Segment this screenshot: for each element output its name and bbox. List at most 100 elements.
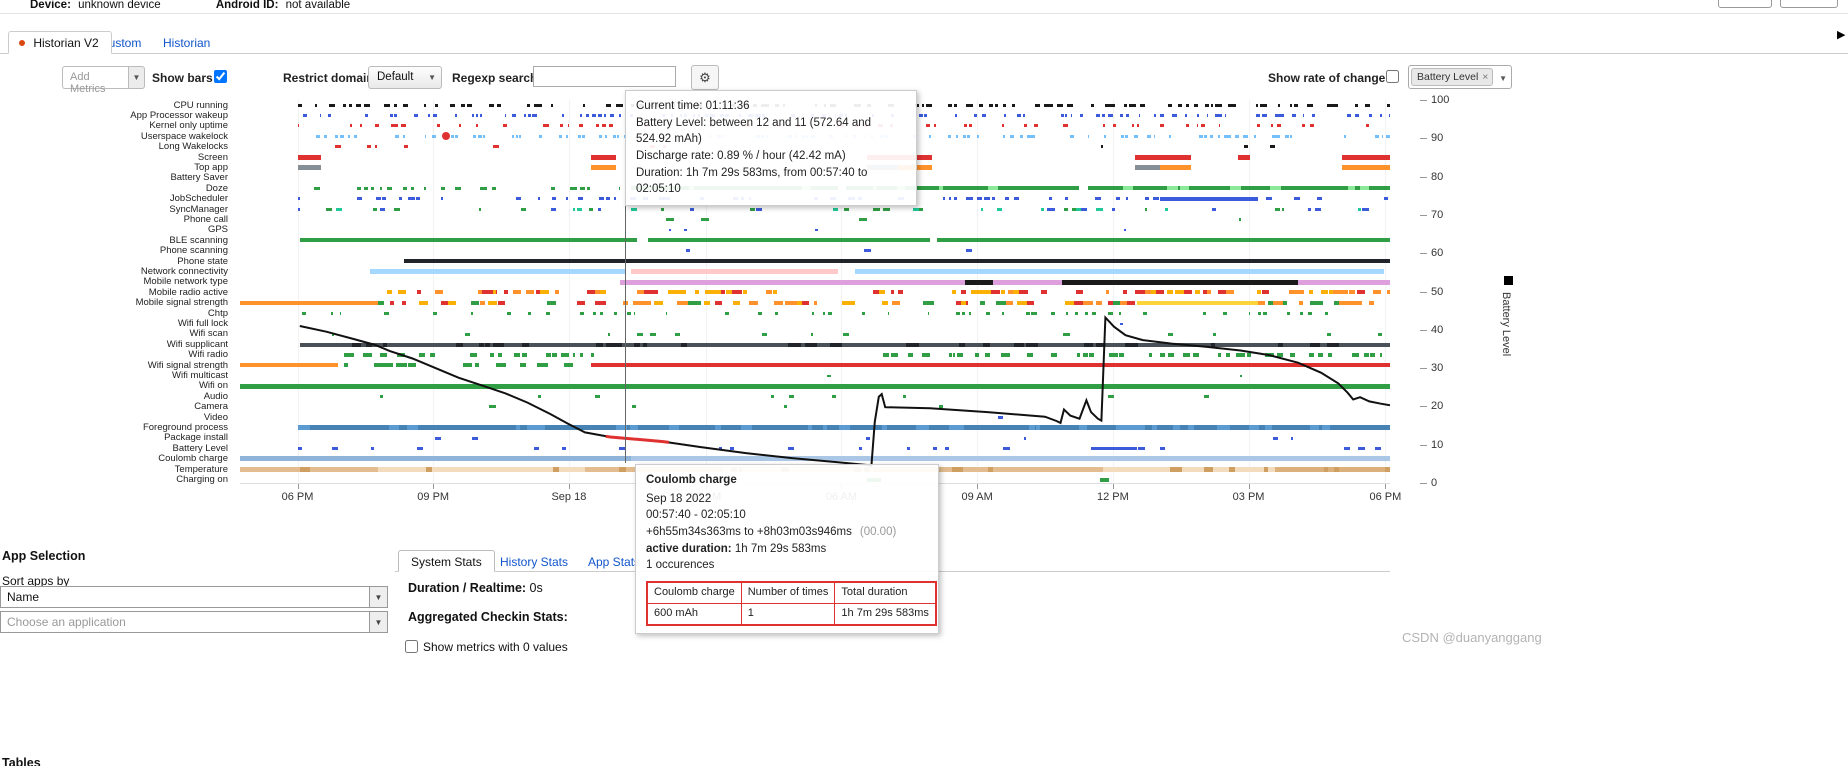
timeline-segment bbox=[414, 114, 419, 118]
timeline-segment bbox=[1005, 300, 1014, 305]
timeline-segment bbox=[1009, 134, 1015, 138]
timeline-segment bbox=[504, 290, 508, 295]
show-rate-of-change-checkbox[interactable] bbox=[1386, 70, 1399, 83]
timeline-row-mobile-network-type[interactable] bbox=[240, 277, 1390, 287]
timeline-segment bbox=[1014, 197, 1020, 201]
timeline-row-wifi-signal-strength[interactable] bbox=[240, 360, 1390, 370]
timeline-row-wifi-full-lock[interactable] bbox=[240, 319, 1390, 329]
add-metrics-combobox[interactable]: Add Metrics bbox=[62, 66, 128, 95]
timeline-segment bbox=[810, 332, 814, 336]
timeline-row-wifi-on[interactable] bbox=[240, 381, 1390, 391]
timeline-segment bbox=[1346, 114, 1351, 118]
timeline-row-wifi-scan[interactable] bbox=[240, 329, 1390, 339]
timeline-segment bbox=[1003, 447, 1010, 451]
timeline-segment bbox=[596, 342, 604, 347]
timeline-segment bbox=[369, 352, 372, 357]
choose-application-select[interactable]: Choose an application ▼ bbox=[0, 611, 388, 633]
settings-button[interactable]: ⚙ bbox=[691, 65, 719, 90]
timeline-row-phone-scanning[interactable] bbox=[240, 246, 1390, 256]
timeline-segment bbox=[1108, 114, 1113, 118]
timeline-segment bbox=[349, 352, 355, 357]
metrics-dropdown-icon[interactable]: ▼ bbox=[1499, 74, 1507, 83]
timeline-segment bbox=[505, 114, 507, 118]
timeline-row-wifi-radio[interactable] bbox=[240, 350, 1390, 360]
add-metrics-dropdown-icon[interactable]: ▼ bbox=[128, 66, 145, 89]
timeline-segment bbox=[297, 165, 321, 171]
timeline-row-foreground-process[interactable] bbox=[240, 423, 1390, 433]
expand-arrow-icon[interactable]: ▶ bbox=[1837, 28, 1845, 41]
timeline-segment bbox=[371, 186, 374, 190]
timeline-segment bbox=[1327, 342, 1339, 347]
timeline-row-ble-scanning[interactable] bbox=[240, 235, 1390, 245]
timeline-segment bbox=[356, 103, 362, 107]
restrict-domain-select[interactable]: Default ▼ bbox=[368, 66, 442, 89]
timeline-segment bbox=[1002, 311, 1005, 315]
timeline-segment bbox=[924, 114, 928, 118]
timeline-segment bbox=[403, 145, 408, 149]
timeline-segment bbox=[1310, 300, 1324, 305]
timeline-segment bbox=[891, 290, 895, 295]
regexp-search-input[interactable] bbox=[533, 66, 676, 87]
cut-button-2[interactable] bbox=[1780, 0, 1838, 8]
show-bars-checkbox[interactable] bbox=[214, 70, 227, 83]
timeline-segment bbox=[1070, 114, 1073, 118]
timeline-row-gps[interactable] bbox=[240, 225, 1390, 235]
timeline-row-coulomb-charge[interactable] bbox=[240, 454, 1390, 464]
timeline-segment bbox=[1265, 425, 1272, 431]
tab-historian-v2[interactable]: Historian V2 bbox=[8, 31, 112, 54]
timeline-segment bbox=[1149, 352, 1153, 357]
timeline-row-phone-state[interactable] bbox=[240, 256, 1390, 266]
metrics-filter-select[interactable]: Battery Level × ▼ bbox=[1408, 65, 1512, 89]
timeline-row-wifi-supplicant[interactable] bbox=[240, 339, 1390, 349]
timeline-row-video[interactable] bbox=[240, 412, 1390, 422]
x-tick-label: 09 PM bbox=[417, 491, 450, 503]
timeline-segment bbox=[1144, 207, 1147, 211]
timeline-segment bbox=[891, 300, 901, 305]
timeline-segment bbox=[435, 103, 439, 107]
timeline-row-camera[interactable] bbox=[240, 402, 1390, 412]
timeline-segment bbox=[455, 114, 457, 118]
timeline-segment bbox=[1122, 186, 1134, 191]
x-tick-label: Sep 18 bbox=[551, 491, 587, 503]
timeline-segment bbox=[240, 300, 378, 305]
timeline-segment bbox=[1129, 103, 1136, 107]
cut-button-1[interactable] bbox=[1718, 0, 1772, 8]
tab-system-stats[interactable]: System Stats bbox=[398, 550, 495, 572]
timeline-row-phone-call[interactable] bbox=[240, 214, 1390, 224]
timeline-segment bbox=[1327, 352, 1332, 357]
tab-history-stats[interactable]: History Stats bbox=[500, 555, 568, 569]
timeline-row-chtp[interactable] bbox=[240, 308, 1390, 318]
timeline-segment bbox=[1217, 134, 1220, 138]
timeline-segment bbox=[808, 425, 813, 431]
timeline-segment bbox=[401, 124, 406, 128]
timeline-segment bbox=[907, 352, 913, 357]
timeline-segment bbox=[480, 114, 483, 118]
timeline-segment bbox=[1173, 425, 1181, 431]
timeline-row-battery-level[interactable] bbox=[240, 443, 1390, 453]
timeline-segment bbox=[399, 197, 402, 201]
timeline-row-audio[interactable] bbox=[240, 391, 1390, 401]
timeline-segment bbox=[1203, 311, 1207, 315]
timeline-row-network-connectivity[interactable] bbox=[240, 266, 1390, 276]
timeline-segment bbox=[1209, 134, 1214, 138]
timeline-segment bbox=[1334, 466, 1339, 472]
show-zero-values-checkbox[interactable] bbox=[405, 640, 418, 653]
timeline-row-wifi-multicast[interactable] bbox=[240, 371, 1390, 381]
timeline-segment bbox=[297, 197, 301, 201]
sort-apps-select[interactable]: Name ▼ bbox=[0, 586, 388, 608]
timeline-segment bbox=[1284, 134, 1290, 138]
timeline-segment bbox=[1230, 186, 1241, 191]
timeline-row-package-install[interactable] bbox=[240, 433, 1390, 443]
timeline-row-mobile-signal-strength[interactable] bbox=[240, 298, 1390, 308]
timeline-segment bbox=[1073, 300, 1084, 305]
tab-historian[interactable]: Historian bbox=[163, 36, 210, 50]
timeline-segment bbox=[1369, 352, 1376, 357]
timeline-segment bbox=[1120, 322, 1123, 325]
timeline-segment bbox=[631, 269, 838, 275]
remove-tag-icon[interactable]: × bbox=[1482, 71, 1488, 83]
y-tick bbox=[1420, 214, 1427, 216]
tab-app-stats[interactable]: App Stats bbox=[588, 555, 640, 569]
timeline-row-mobile-radio-active[interactable] bbox=[240, 287, 1390, 297]
timeline-segment bbox=[866, 436, 870, 440]
timeline-segment bbox=[1087, 134, 1090, 138]
